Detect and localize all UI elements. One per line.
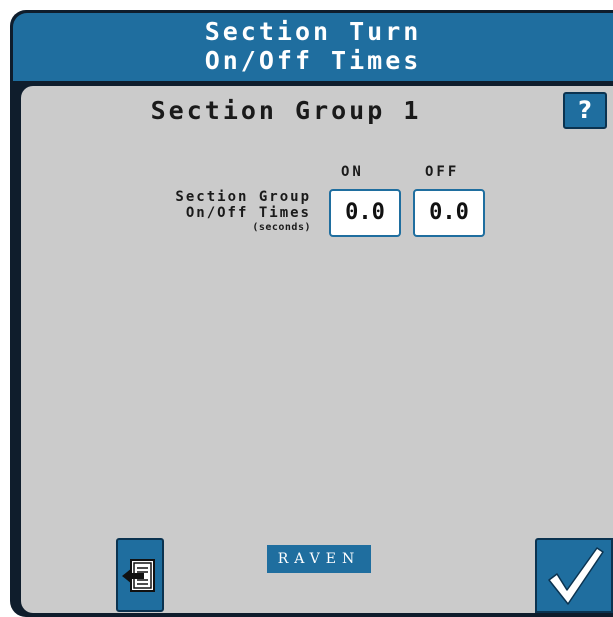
off-column-header: OFF bbox=[425, 164, 460, 180]
help-button[interactable]: ? bbox=[563, 92, 607, 129]
setting-label: Section Group On/Off Times (seconds) bbox=[91, 189, 311, 235]
off-time-field[interactable]: 0.0 bbox=[413, 189, 485, 237]
setting-label-line2: On/Off Times bbox=[185, 205, 311, 221]
on-column-header: ON bbox=[341, 164, 364, 180]
on-time-field[interactable]: 0.0 bbox=[329, 189, 401, 237]
setting-unit-label: (seconds) bbox=[252, 222, 311, 233]
checkmark-icon bbox=[548, 547, 604, 605]
section-group-title: Section Group 1 bbox=[150, 96, 422, 125]
accept-button[interactable] bbox=[535, 538, 613, 613]
back-button[interactable] bbox=[116, 538, 164, 612]
help-icon: ? bbox=[578, 96, 592, 124]
screen-title: Section Turn On/Off Times bbox=[204, 17, 422, 75]
raven-logo: RAVEN bbox=[267, 545, 371, 573]
setting-label-line1: Section Group bbox=[175, 189, 311, 205]
screen-header: Section Turn On/Off Times bbox=[13, 13, 613, 81]
settings-panel: Section Group 1 ? ON OFF Section Group O… bbox=[21, 86, 613, 613]
back-page-icon bbox=[122, 559, 155, 592]
